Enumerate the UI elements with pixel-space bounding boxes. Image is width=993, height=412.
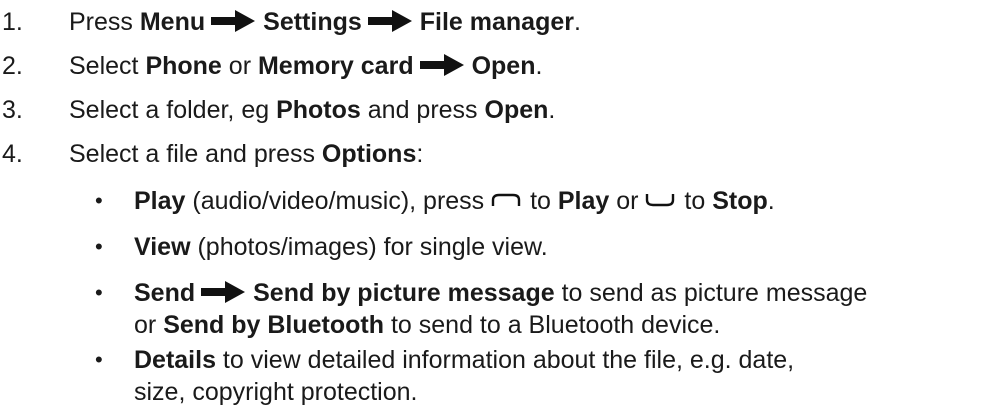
settings-label: Settings <box>263 8 362 36</box>
right-arrow-icon <box>367 10 412 33</box>
play-label: Play <box>557 187 610 215</box>
phone-label: Phone <box>145 52 222 80</box>
menu-label: Menu <box>139 8 206 36</box>
send-label: Send <box>134 279 196 307</box>
stop-label: Stop <box>712 187 768 215</box>
play-label: Play <box>134 187 186 215</box>
open-label: Open <box>484 96 549 124</box>
option-text: Send Send by picture message to send as p… <box>134 279 868 307</box>
step-text: Press Menu Settings File manager. <box>69 8 581 36</box>
file-manager-label: File manager <box>419 8 574 36</box>
bullet: • <box>95 234 103 259</box>
bullet: • <box>95 280 103 305</box>
option-text: Details to view detailed information abo… <box>134 346 795 374</box>
right-arrow-icon <box>201 281 246 304</box>
send-by-picture-message-label: Send by picture message <box>253 279 555 307</box>
right-arrow-icon <box>211 10 256 33</box>
option-text: or Send by Bluetooth to send to a Blueto… <box>134 311 721 339</box>
left-softkey-icon <box>491 194 521 207</box>
bullet: • <box>95 347 103 372</box>
bullet: • <box>95 188 103 213</box>
instructions-page: 1. Press Menu Settings File manager. 2. Se… <box>0 0 993 412</box>
send-by-bluetooth-label: Send by Bluetooth <box>163 311 385 339</box>
option-text: size, copyright protection. <box>134 378 418 406</box>
right-softkey-icon <box>646 194 675 207</box>
step-number: 1. <box>2 8 23 36</box>
step-number: 4. <box>2 140 23 168</box>
options-label: Options <box>321 140 417 168</box>
step-text: Select Phone or Memory card Open. <box>69 52 543 80</box>
step-number: 3. <box>2 96 23 124</box>
details-label: Details <box>134 346 216 374</box>
step-number: 2. <box>2 52 23 80</box>
open-label: Open <box>471 52 536 80</box>
memory-card-label: Memory card <box>257 52 414 80</box>
step-text: Select a file and press Options: <box>69 140 424 168</box>
option-text: Play (audio/video/music), press to Play … <box>134 187 775 215</box>
view-label: View <box>134 233 191 261</box>
right-arrow-icon <box>419 54 464 77</box>
step-text: Select a folder, eg Photos and press Ope… <box>69 96 556 124</box>
photos-label: Photos <box>276 96 361 124</box>
option-text: View (photos/images) for single view. <box>134 233 548 261</box>
